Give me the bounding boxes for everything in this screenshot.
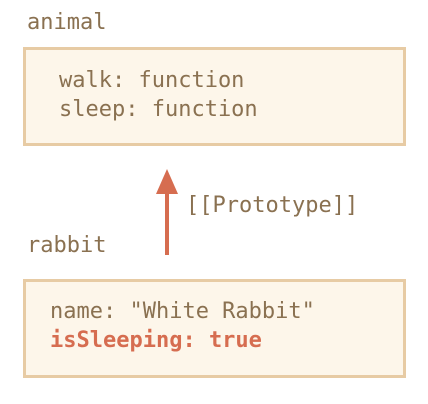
prototype-link-label: [[Prototype]] <box>186 193 359 218</box>
animal-property-walk: walk: function <box>59 68 245 93</box>
animal-property-sleep: sleep: function <box>59 97 258 122</box>
rabbit-property-name: name: "White Rabbit" <box>50 299 315 324</box>
rabbit-property-isSleeping: isSleeping: true <box>50 328 262 353</box>
animal-label: animal <box>27 10 107 35</box>
animal-object-box: walk: function sleep: function <box>23 47 406 146</box>
rabbit-object-box: name: "White Rabbit" isSleeping: true <box>23 279 406 378</box>
prototype-arrow-head <box>156 169 178 194</box>
rabbit-label: rabbit <box>27 233 107 258</box>
